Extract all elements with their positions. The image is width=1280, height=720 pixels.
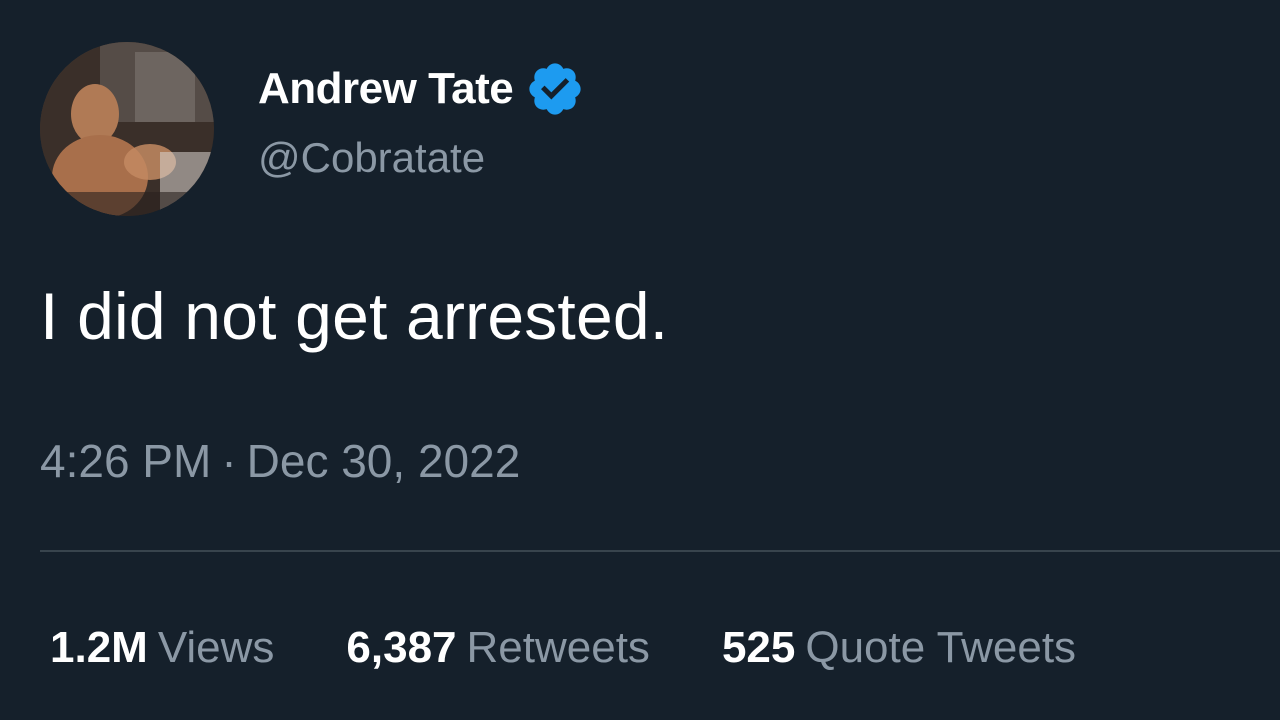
tweet-stats: 1.2M Views 6,387 Retweets 525 Quote Tweets	[50, 620, 1076, 676]
tweet-timestamp[interactable]: 4:26 PM · Dec 30, 2022	[40, 434, 520, 488]
avatar[interactable]	[40, 42, 214, 216]
tweet-card: Andrew Tate @Cobratate I did not get arr…	[0, 0, 1280, 720]
author-handle[interactable]: @Cobratate	[258, 134, 485, 182]
timestamp-separator: ·	[221, 435, 237, 487]
views-stat: 1.2M Views	[50, 623, 274, 673]
quote-tweets-stat[interactable]: 525 Quote Tweets	[722, 623, 1076, 673]
author-name-row: Andrew Tate	[258, 62, 585, 116]
retweets-count: 6,387	[346, 623, 457, 672]
profile-photo-icon	[40, 42, 214, 216]
views-label: Views	[157, 623, 275, 672]
retweets-stat[interactable]: 6,387 Retweets	[346, 623, 650, 673]
retweets-label: Retweets	[466, 623, 650, 672]
quote-tweets-label: Quote Tweets	[805, 623, 1077, 672]
author-display-name[interactable]: Andrew Tate	[258, 64, 514, 114]
tweet-text: I did not get arrested.	[40, 279, 669, 353]
verified-badge-icon	[529, 63, 581, 115]
quote-tweets-count: 525	[721, 623, 796, 672]
divider	[40, 550, 1280, 552]
tweet-date: Dec 30, 2022	[246, 435, 521, 487]
views-count: 1.2M	[50, 623, 148, 672]
tweet-time: 4:26 PM	[40, 435, 212, 487]
